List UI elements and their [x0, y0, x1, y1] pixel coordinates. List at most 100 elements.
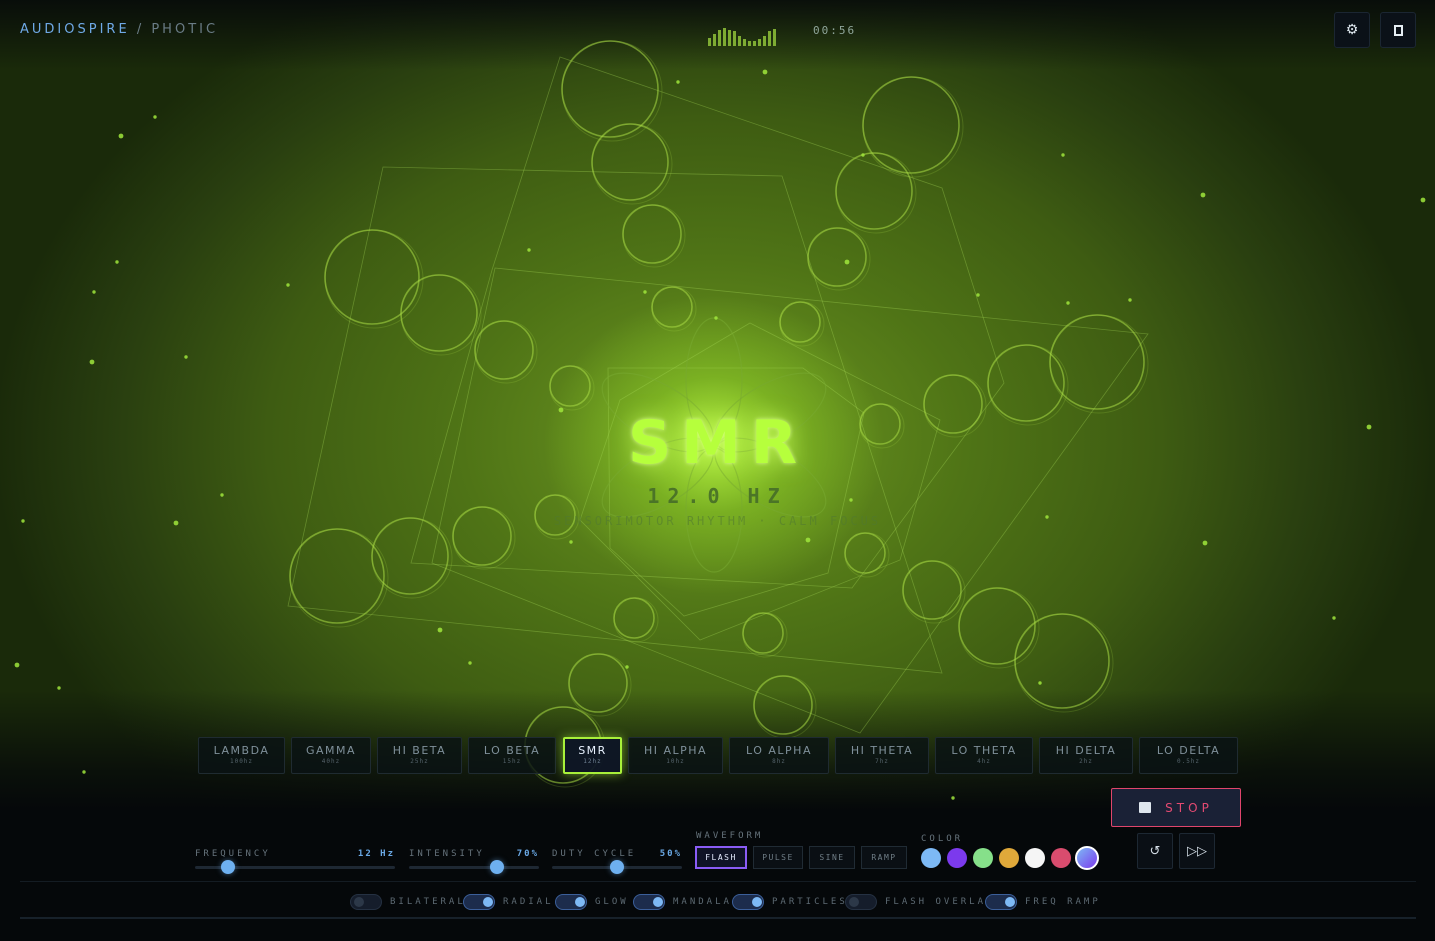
ripple-ring-echo [1014, 613, 1114, 713]
geometry-line [579, 322, 941, 641]
toggle-flash-overlay[interactable]: FLASH OVERLAY [845, 894, 994, 910]
glow-switch[interactable] [555, 894, 587, 910]
waveform-pulse-button[interactable]: PULSE [753, 846, 803, 869]
band-button-smr[interactable]: SMR 12hz [563, 737, 622, 774]
toggle-freq-ramp[interactable]: FREQ RAMP [985, 894, 1101, 910]
radial-label: RADIAL [503, 897, 554, 907]
radial-switch[interactable] [463, 894, 495, 910]
particle [1066, 301, 1070, 305]
band-button-lo-alpha[interactable]: LO ALPHA 8hz [729, 737, 829, 774]
frequency-label: FREQUENCY [195, 849, 271, 859]
ripple-ring [753, 675, 813, 735]
color-swatch[interactable] [1075, 846, 1099, 870]
particle [762, 69, 768, 75]
gear-icon: ⚙ [1345, 22, 1359, 38]
waveform-flash-button[interactable]: FLASH [695, 846, 747, 869]
meter-bar [708, 38, 711, 46]
stop-button[interactable]: STOP [1111, 788, 1241, 827]
waveform-ramp-button[interactable]: RAMP [861, 846, 907, 869]
mandala-switch[interactable] [633, 894, 665, 910]
intensity-value: 70% [516, 849, 539, 859]
ripple-ring-echo [568, 653, 632, 717]
ripple-ring-echo [474, 320, 538, 384]
particle [184, 355, 188, 359]
particle [89, 359, 95, 365]
band-button-lambda[interactable]: LAMBDA 100hz [198, 737, 285, 774]
band-button-hi-alpha[interactable]: HI ALPHA 10hz [628, 737, 723, 774]
duty-cycle-slider-thumb[interactable] [610, 860, 624, 874]
toggle-particles[interactable]: PARTICLES [732, 894, 848, 910]
fullscreen-icon [1393, 24, 1403, 36]
band-button-lo-delta[interactable]: LO DELTA 0.5hz [1139, 737, 1238, 774]
ripple-ring [568, 653, 628, 713]
band-title: SMR [627, 408, 808, 478]
band-selector: LAMBDA 100hz GAMMA 40hz HI BETA 25hz LO BET… [0, 737, 1435, 774]
band-description: SENSORIMOTOR RHYTHM · CALM FOCUS [553, 514, 882, 528]
particle [676, 80, 680, 84]
particles-switch[interactable] [732, 894, 764, 910]
waveform-sine-button[interactable]: SINE [809, 846, 855, 869]
frequency-slider-thumb[interactable] [221, 860, 235, 874]
skip-button[interactable]: ▷▷ [1179, 833, 1215, 869]
meter-bar [718, 30, 721, 46]
color-swatch[interactable] [973, 848, 993, 868]
intensity-slider-thumb[interactable] [490, 860, 504, 874]
ripple-ring [474, 320, 534, 380]
ripple-ring-echo [622, 204, 686, 268]
toggle-radial[interactable]: RADIAL [463, 894, 554, 910]
brand-separator: / [136, 22, 145, 37]
waveform-label: WAVEFORM [696, 831, 764, 841]
particle [527, 248, 531, 252]
meter-bar [733, 31, 736, 46]
particle [468, 661, 472, 665]
toggle-bilateral[interactable]: BILATERAL [350, 894, 466, 910]
color-swatch[interactable] [999, 848, 1019, 868]
particle [1202, 540, 1208, 546]
particle [286, 283, 290, 287]
fullscreen-button[interactable] [1380, 12, 1416, 48]
color-swatch[interactable] [1025, 848, 1045, 868]
color-swatch[interactable] [947, 848, 967, 868]
ripple-ring [622, 204, 682, 264]
flash-overlay-label: FLASH OVERLAY [885, 897, 995, 907]
color-swatch[interactable] [921, 848, 941, 868]
bilateral-switch[interactable] [350, 894, 382, 910]
ripple-ring [742, 612, 784, 654]
brand-name: AUDIOSPIRE [20, 22, 130, 37]
band-button-lo-theta[interactable]: LO THETA 4hz [935, 737, 1033, 774]
toggle-glow[interactable]: GLOW [555, 894, 629, 910]
ripple-ring [779, 301, 821, 343]
ripple-ring-echo [549, 365, 595, 411]
meter-bar [738, 36, 741, 46]
particle [115, 260, 119, 264]
mode-name: PHOTIC [151, 22, 219, 37]
ripple-ring-echo [958, 587, 1040, 669]
color-swatch[interactable] [1051, 848, 1071, 868]
particle [625, 665, 629, 669]
band-button-gamma[interactable]: GAMMA 40hz [291, 737, 371, 774]
intensity-slider-track[interactable] [409, 866, 539, 869]
toggle-mandala[interactable]: MANDALA [633, 894, 732, 910]
band-button-hi-theta[interactable]: HI THETA 7hz [835, 737, 929, 774]
ripple-ring [549, 365, 591, 407]
ripple-ring-echo [844, 532, 890, 578]
meter-bar [773, 29, 776, 46]
reset-button[interactable]: ↺ [1137, 833, 1173, 869]
ripple-ring [651, 286, 693, 328]
flash-overlay-switch[interactable] [845, 894, 877, 910]
particle [569, 540, 573, 544]
meter-bar [723, 28, 726, 46]
ripple-ring-echo [613, 597, 659, 643]
ripple-ring [807, 227, 867, 287]
settings-button[interactable]: ⚙ [1334, 12, 1370, 48]
band-button-hi-delta[interactable]: HI DELTA 2hz [1039, 737, 1133, 774]
meter-bar [748, 41, 751, 46]
duty-cycle-label: DUTY CYCLE [552, 849, 637, 859]
particle [118, 133, 124, 139]
band-button-hi-beta[interactable]: HI BETA 25hz [377, 737, 462, 774]
band-button-lo-beta[interactable]: LO BETA 15hz [468, 737, 556, 774]
particle [643, 290, 647, 294]
freq-ramp-switch[interactable] [985, 894, 1017, 910]
particle [1200, 192, 1206, 198]
bilateral-label: BILATERAL [390, 897, 466, 907]
